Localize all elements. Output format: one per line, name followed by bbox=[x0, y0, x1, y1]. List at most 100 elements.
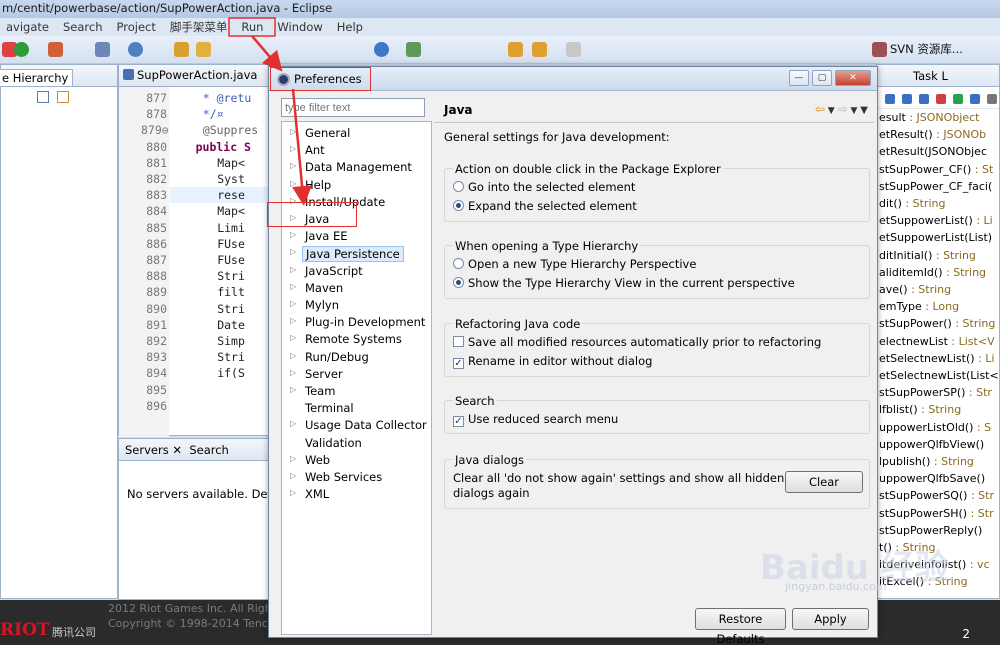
expand-arrow-icon[interactable]: ▷ bbox=[290, 385, 300, 394]
expand-arrow-icon[interactable]: ▷ bbox=[290, 230, 300, 239]
tree-node-server[interactable]: ▷ Server bbox=[282, 367, 430, 383]
tree-node-web-services[interactable]: ▷ Web Services bbox=[282, 470, 430, 486]
expand-arrow-icon[interactable]: ▷ bbox=[290, 282, 300, 291]
outline-item[interactable]: uppowerListOld() : S bbox=[879, 421, 991, 434]
view-menu-icon[interactable] bbox=[987, 94, 997, 104]
expand-arrow-icon[interactable]: ▷ bbox=[290, 265, 300, 274]
outline-item[interactable]: electnewList : List<V bbox=[879, 335, 995, 348]
tree-node-java-persistence[interactable]: ▷ Java Persistence bbox=[282, 246, 430, 263]
svn-perspective-button[interactable]: SVN 资源库... bbox=[890, 41, 963, 57]
search-icon[interactable] bbox=[406, 42, 421, 57]
filter-input[interactable] bbox=[281, 98, 425, 117]
expand-arrow-icon[interactable]: ▷ bbox=[290, 144, 300, 153]
outline-item[interactable]: lpublish() : String bbox=[879, 455, 974, 468]
external-tools-icon[interactable] bbox=[48, 42, 63, 57]
run-icon[interactable] bbox=[14, 42, 29, 57]
menu-window[interactable]: Window bbox=[271, 19, 330, 34]
task-list-tab[interactable]: Task L bbox=[877, 65, 999, 87]
tree-node-terminal[interactable]: Terminal bbox=[282, 401, 430, 417]
tree-node-remote-systems[interactable]: ▷ Remote Systems bbox=[282, 332, 430, 348]
expand-arrow-icon[interactable]: ▷ bbox=[290, 299, 300, 308]
restore-defaults-button[interactable]: Restore Defaults bbox=[695, 608, 786, 645]
servers-tab[interactable]: Servers bbox=[125, 443, 169, 457]
tree-node-usage-data-collector[interactable]: ▷ Usage Data Collector bbox=[282, 418, 430, 434]
hide-local-types-icon[interactable] bbox=[936, 94, 946, 104]
open-type-icon[interactable] bbox=[174, 42, 189, 57]
menu-navigate[interactable]: avigate bbox=[0, 19, 57, 34]
tree-node-data-management[interactable]: ▷ Data Management bbox=[282, 160, 430, 176]
outline-item[interactable]: etResult(JSONObjec bbox=[879, 145, 987, 158]
new-perspective-radio[interactable]: Open a new Type Hierarchy Perspective bbox=[453, 257, 696, 271]
apply-button[interactable]: Apply bbox=[792, 608, 869, 630]
expand-arrow-icon[interactable]: ▷ bbox=[290, 127, 300, 136]
expand-arrow-icon[interactable]: ▷ bbox=[290, 471, 300, 480]
outline-item[interactable]: etSuppowerList(List) bbox=[879, 231, 992, 244]
search-tab[interactable]: Search bbox=[189, 443, 229, 457]
menu-search[interactable]: Search bbox=[57, 19, 111, 34]
outline-item[interactable]: esult : JSONObject bbox=[879, 111, 979, 124]
minimize-button[interactable]: — bbox=[789, 70, 809, 86]
tree-node-validation[interactable]: Validation bbox=[282, 436, 430, 452]
rename-in-editor-checkbox[interactable]: ✓ Rename in editor without dialog bbox=[453, 354, 652, 369]
outline-item[interactable]: dit() : String bbox=[879, 197, 945, 210]
back-icon[interactable] bbox=[532, 42, 547, 57]
link-icon[interactable] bbox=[970, 94, 980, 104]
outline-item[interactable]: stSupPowerSQ() : Str bbox=[879, 489, 994, 502]
outline-item[interactable]: stSupPowerReply() bbox=[879, 524, 982, 537]
expand-arrow-icon[interactable]: ▷ bbox=[290, 247, 300, 256]
current-perspective-radio[interactable]: Show the Type Hierarchy View in the curr… bbox=[453, 276, 795, 290]
outline-item[interactable]: etSuppowerList() : Li bbox=[879, 214, 993, 227]
outline-item[interactable]: ave() : String bbox=[879, 283, 951, 296]
expand-arrow-icon[interactable]: ▷ bbox=[290, 351, 300, 360]
menu-scaffold[interactable]: 脚手架菜单 bbox=[164, 18, 236, 35]
outline-item[interactable]: uppowerQlfbView() bbox=[879, 438, 984, 451]
view-menu-icon[interactable]: ▼ bbox=[860, 105, 868, 116]
expand-radio[interactable]: Expand the selected element bbox=[453, 199, 637, 213]
expand-arrow-icon[interactable]: ▷ bbox=[290, 368, 300, 377]
tree-node-web[interactable]: ▷ Web bbox=[282, 453, 430, 469]
hide-static-icon[interactable] bbox=[902, 94, 912, 104]
expand-arrow-icon[interactable]: ▷ bbox=[290, 316, 300, 325]
outline-item[interactable]: etSelectnewList(List< bbox=[879, 369, 999, 382]
menu-project[interactable]: Project bbox=[111, 19, 164, 34]
close-button[interactable]: ✕ bbox=[835, 70, 871, 86]
forward-menu-icon[interactable]: ▼ bbox=[848, 106, 861, 116]
outline-item[interactable]: uppowerQlfbSave() bbox=[879, 472, 985, 485]
tree-node-help[interactable]: ▷ Help bbox=[282, 178, 430, 194]
next-annotation-icon[interactable] bbox=[508, 42, 523, 57]
expand-arrow-icon[interactable]: ▷ bbox=[290, 419, 300, 428]
tree-node-mylyn[interactable]: ▷ Mylyn bbox=[282, 298, 430, 314]
go-into-radio[interactable]: Go into the selected element bbox=[453, 180, 635, 194]
menu-run[interactable]: Run bbox=[235, 19, 271, 34]
editor-tab[interactable]: SupPowerAction.java bbox=[119, 65, 269, 87]
hierarchy-tab[interactable]: e Hierarchy bbox=[0, 69, 74, 86]
outline-item[interactable]: stSupPower() : String bbox=[879, 317, 995, 330]
tree-node-run-debug[interactable]: ▷ Run/Debug bbox=[282, 350, 430, 366]
maximize-button[interactable]: ▢ bbox=[812, 70, 832, 86]
outline-item[interactable]: emType : Long bbox=[879, 300, 959, 313]
clear-button[interactable]: Clear bbox=[785, 471, 863, 493]
outline-item[interactable]: etSelectnewList() : Li bbox=[879, 352, 994, 365]
menu-help[interactable]: Help bbox=[331, 19, 371, 34]
history-icon[interactable] bbox=[57, 91, 69, 103]
tree-node-xml[interactable]: ▷ XML bbox=[282, 487, 430, 503]
back-arrow-icon[interactable]: ⇦ bbox=[815, 102, 825, 116]
globe-icon[interactable] bbox=[374, 42, 389, 57]
expand-arrow-icon[interactable]: ▷ bbox=[290, 488, 300, 497]
outline-item[interactable]: stSupPower_CF_faci( bbox=[879, 180, 992, 193]
reduced-search-checkbox[interactable]: ✓ Use reduced search menu bbox=[453, 412, 618, 427]
back-menu-icon[interactable]: ▼ bbox=[825, 106, 838, 116]
outline-item[interactable]: etResult() : JSONOb bbox=[879, 128, 986, 141]
tree-node-plug-in-development[interactable]: ▷ Plug-in Development bbox=[282, 315, 430, 331]
layout-icon[interactable] bbox=[37, 91, 49, 103]
tree-node-general[interactable]: ▷ General bbox=[282, 126, 430, 142]
expand-arrow-icon[interactable]: ▷ bbox=[290, 454, 300, 463]
open-folder-icon[interactable] bbox=[196, 42, 211, 57]
forward-icon[interactable] bbox=[566, 42, 581, 57]
forward-arrow-icon[interactable]: ⇨ bbox=[838, 102, 848, 116]
tree-node-team[interactable]: ▷ Team bbox=[282, 384, 430, 400]
sort-icon[interactable] bbox=[953, 94, 963, 104]
perspective-icon[interactable] bbox=[872, 42, 887, 57]
outline-item[interactable]: ditInitial() : String bbox=[879, 249, 976, 262]
tree-node-java-ee[interactable]: ▷ Java EE bbox=[282, 229, 430, 245]
